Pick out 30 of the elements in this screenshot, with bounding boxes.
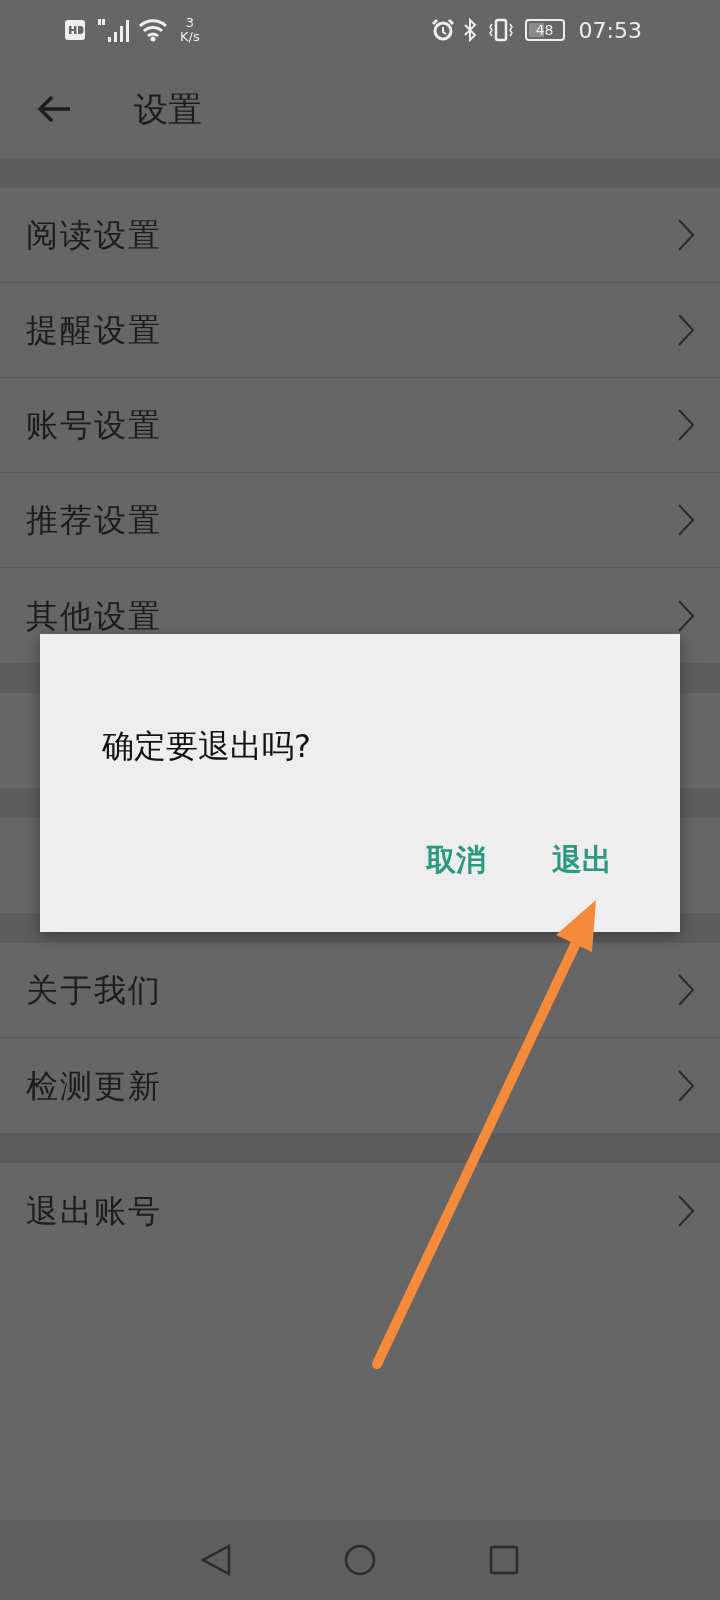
wifi-icon <box>138 18 168 42</box>
dialog-message: 确定要退出吗? <box>102 726 311 767</box>
network-speed: 3 <box>184 15 195 30</box>
settings-row[interactable]: 检测更新 <box>0 1038 720 1133</box>
chevron-right-icon <box>676 407 696 443</box>
settings-row[interactable]: 其他设置 <box>0 568 720 663</box>
signal-icon <box>96 17 132 43</box>
page-title: 设置 <box>134 87 202 131</box>
settings-row[interactable]: 推荐设置 <box>0 473 720 568</box>
chevron-right-icon <box>676 312 696 348</box>
speed-unit: K/s <box>180 30 200 45</box>
settings-row[interactable]: 提醒设置 <box>0 283 720 378</box>
dialog-button[interactable]: 取消 <box>422 829 490 890</box>
chevron-right-icon <box>676 502 696 538</box>
battery-level: 48 <box>524 19 565 41</box>
settings-row[interactable]: 阅读设置 <box>0 188 720 283</box>
back-nav-icon[interactable] <box>199 1543 233 1577</box>
dialog-button[interactable]: 退出 <box>548 829 616 890</box>
bluetooth-icon <box>462 18 477 42</box>
recents-nav-icon[interactable] <box>487 1543 521 1577</box>
home-nav-icon[interactable] <box>343 1543 377 1577</box>
settings-row[interactable]: 账号设置 <box>0 378 720 473</box>
clock: 07:53 <box>578 16 642 45</box>
settings-row[interactable]: 退出账号 <box>0 1163 720 1258</box>
chevron-right-icon <box>676 972 696 1008</box>
vibrate-icon <box>486 18 515 42</box>
back-arrow-icon[interactable] <box>36 94 72 124</box>
hd-icon <box>64 19 86 41</box>
chevron-right-icon <box>676 217 696 253</box>
alarm-icon <box>430 18 455 42</box>
